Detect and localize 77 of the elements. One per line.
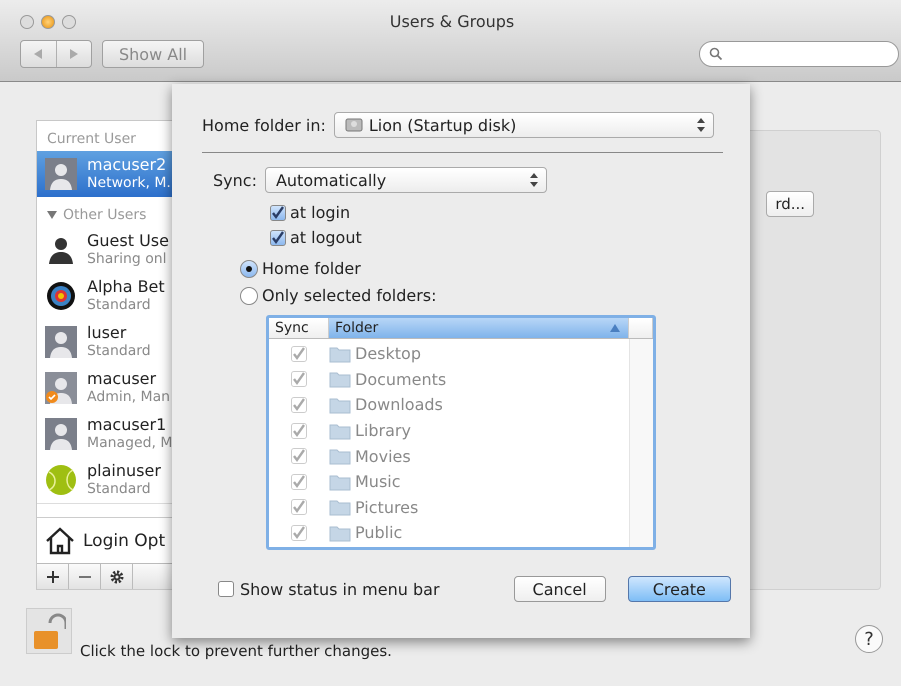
search-icon <box>709 47 723 61</box>
stepper-arrows-icon <box>696 118 705 132</box>
user-account-type: Standard <box>87 480 152 498</box>
search-field[interactable] <box>699 41 899 67</box>
folder-icon <box>329 472 351 491</box>
checkbox-label: at login <box>290 203 350 222</box>
user-name: plainuser <box>87 462 161 480</box>
user-account-type: Standard <box>87 296 152 314</box>
folder-name: Pictures <box>355 498 418 517</box>
user-name: Alpha Bet <box>87 278 165 296</box>
gear-icon <box>108 568 124 584</box>
right-triangle-icon <box>70 49 78 59</box>
checkbox-label: at logout <box>290 228 362 247</box>
user-name: luser <box>87 324 128 342</box>
help-button[interactable]: ? <box>855 625 883 653</box>
home-folder-popup[interactable]: Lion (Startup disk) <box>334 112 714 138</box>
house-icon <box>45 526 75 554</box>
user-account-type: Sharing onl <box>87 250 168 268</box>
section-header: Current User <box>47 131 136 147</box>
sync-popup[interactable]: Automatically <box>264 167 547 193</box>
user-account-type: Standard <box>87 342 151 360</box>
folder-icon <box>329 524 351 542</box>
zoom-button[interactable] <box>62 14 76 28</box>
sync-label: Sync: <box>213 170 257 190</box>
checkbox[interactable] <box>218 581 234 597</box>
minimize-button[interactable] <box>41 14 55 28</box>
disclosure-triangle-icon[interactable] <box>47 210 57 220</box>
change-password-button[interactable]: rd... <box>766 191 814 217</box>
folder-icon <box>329 422 351 440</box>
folder-name: Music <box>355 472 401 492</box>
user-account-type: Admin, Man <box>87 388 170 406</box>
folder-name: Documents <box>355 370 446 389</box>
tennis-ball-icon <box>45 464 77 496</box>
user-silhouette-icon <box>45 418 77 450</box>
default-button[interactable]: Create <box>628 576 731 602</box>
user-name: macuser2 <box>87 156 168 174</box>
home-folder-value: Lion (Startup disk) <box>368 116 518 134</box>
user-account-type: Network, M. <box>87 174 171 192</box>
user-silhouette-icon <box>45 326 77 358</box>
folder-icon <box>329 498 351 516</box>
plus-icon <box>46 570 58 582</box>
user-silhouette-icon <box>45 372 77 404</box>
login-options-label: Login Opt <box>83 530 166 550</box>
user-name: macuser <box>87 370 158 388</box>
folder-icon <box>329 447 351 466</box>
radio-button[interactable] <box>240 260 258 278</box>
window-title: Users & Groups <box>388 12 516 31</box>
stepper-arrows-icon <box>530 173 538 187</box>
folder-name: Public <box>355 523 402 542</box>
folder-name: Downloads <box>355 395 443 414</box>
user-name: Guest Use <box>87 232 169 250</box>
radio-button[interactable] <box>240 286 258 304</box>
folder-icon <box>329 396 351 414</box>
push-button[interactable]: Cancel <box>514 576 606 602</box>
folder-name: Movies <box>355 446 411 466</box>
radio-label: Home folder <box>262 259 361 278</box>
header-corner <box>629 318 653 338</box>
folder-icon <box>329 370 351 388</box>
checkbox[interactable] <box>270 204 286 220</box>
checkbox-label: Show status in menu bar <box>240 580 440 598</box>
radio-label: Only selected folders: <box>262 286 437 305</box>
lock-message: Click the lock to prevent further changes. <box>80 642 392 660</box>
section-header: Other Users <box>63 207 146 223</box>
folder-name: Library <box>355 421 411 440</box>
folder-name: Desktop <box>355 344 421 364</box>
sync-value: Automatically <box>276 170 388 190</box>
close-button[interactable] <box>20 14 34 28</box>
lock-button[interactable] <box>26 608 72 654</box>
padlock-icon <box>32 611 66 651</box>
user-name: macuser1 <box>87 416 168 434</box>
folder-icon <box>329 344 351 363</box>
left-triangle-icon <box>34 49 42 59</box>
user-account-type: Managed, M <box>87 434 172 452</box>
checkbox[interactable] <box>270 230 286 246</box>
target-icon <box>45 280 77 312</box>
home-folder-label: Home folder in: <box>202 116 326 134</box>
user-silhouette-icon <box>45 158 77 190</box>
